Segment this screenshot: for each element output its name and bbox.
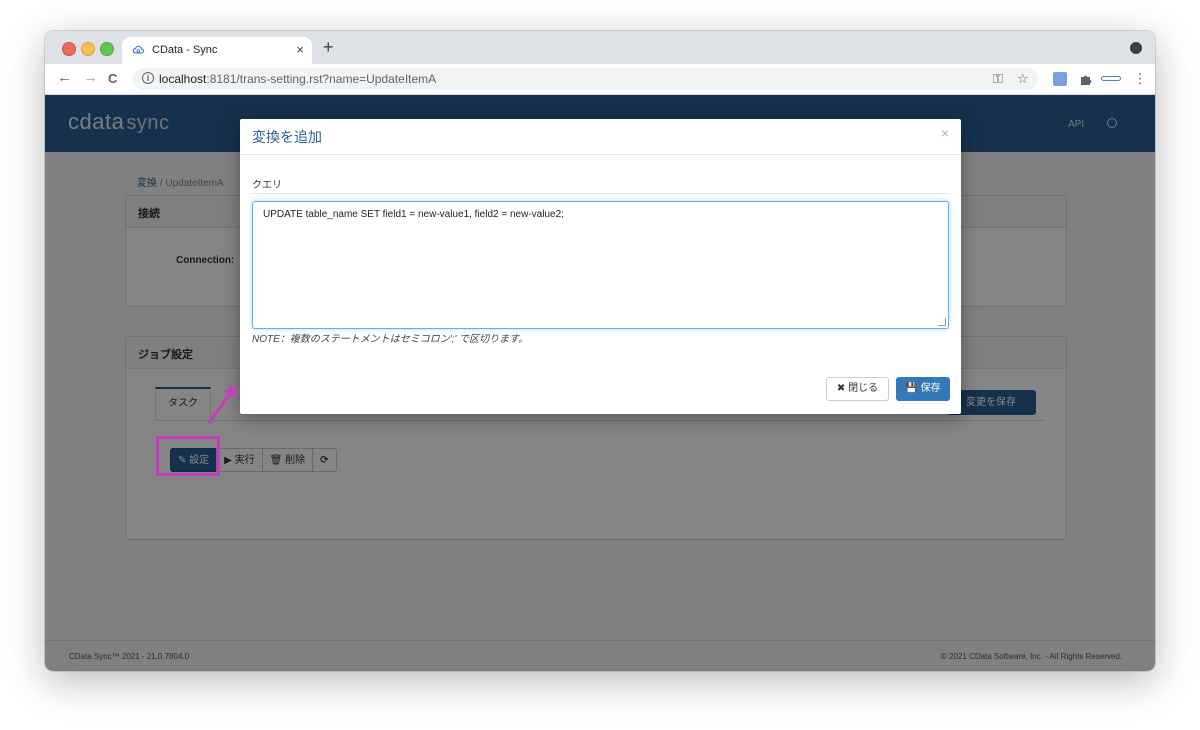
- tab-strip: CData - Sync × +: [45, 31, 1155, 64]
- modal-close-icon[interactable]: ×: [941, 125, 949, 141]
- modal-header: 変換を追加 ×: [240, 119, 961, 155]
- close-button[interactable]: ✖ 閉じる: [826, 377, 889, 401]
- close-window-button[interactable]: [62, 42, 76, 56]
- resize-handle[interactable]: [938, 318, 946, 326]
- browser-tab[interactable]: CData - Sync ×: [122, 37, 312, 64]
- modal-title: 変換を追加: [252, 129, 322, 145]
- tab-close-icon[interactable]: ×: [296, 42, 304, 57]
- puzzle-extension-icon[interactable]: [1079, 72, 1093, 86]
- maximize-window-button[interactable]: [100, 42, 114, 56]
- cloud-sync-icon: [132, 45, 144, 54]
- annotation-highlight-box: [156, 436, 220, 476]
- add-transformation-modal: 変換を追加 × クエリ UPDATE table_name SET field1…: [240, 119, 961, 414]
- url-host: localhost: [159, 72, 207, 86]
- save-button-label: 保存: [920, 383, 941, 394]
- translate-extension-icon[interactable]: [1053, 72, 1067, 86]
- close-x-icon: ✖: [836, 383, 849, 394]
- browser-toolbar: ← → C i localhost:8181/trans-setting.rst…: [45, 64, 1155, 95]
- annotation-arrow-icon: [207, 385, 236, 424]
- forward-button[interactable]: →: [83, 70, 98, 86]
- url-path: :8181/trans-setting.rst?name=UpdateItemA: [206, 72, 437, 86]
- new-tab-button[interactable]: +: [323, 37, 334, 57]
- query-label-divider: [252, 193, 949, 194]
- info-icon[interactable]: i: [142, 72, 154, 84]
- address-bar[interactable]: i localhost:8181/trans-setting.rst?name=…: [133, 68, 1038, 90]
- url-text: localhost:8181/trans-setting.rst?name=Up…: [159, 72, 436, 86]
- close-button-label: 閉じる: [848, 383, 879, 394]
- chrome-menu-icon[interactable]: ⋮: [1133, 70, 1147, 86]
- floppy-disk-icon: 💾: [905, 383, 921, 394]
- cdata-extension-icon[interactable]: [1101, 76, 1121, 81]
- profile-icon[interactable]: [1130, 42, 1142, 54]
- bookmark-star-icon[interactable]: ☆: [1017, 71, 1029, 87]
- save-button[interactable]: 💾 保存: [896, 377, 950, 401]
- tab-title: CData - Sync: [152, 44, 218, 56]
- reload-button[interactable]: C: [108, 71, 117, 87]
- query-textarea[interactable]: UPDATE table_name SET field1 = new-value…: [252, 201, 949, 329]
- query-label: クエリ: [252, 180, 282, 191]
- key-icon[interactable]: ⚿: [993, 71, 1003, 87]
- back-button[interactable]: ←: [57, 70, 72, 86]
- minimize-window-button[interactable]: [81, 42, 95, 56]
- browser-window: CData - Sync × + ← → C i localhost:8181/…: [45, 31, 1155, 671]
- query-text: UPDATE table_name SET field1 = new-value…: [263, 209, 564, 220]
- query-note: NOTE：複数のステートメントはセミコロン';' で区切ります。: [252, 334, 529, 345]
